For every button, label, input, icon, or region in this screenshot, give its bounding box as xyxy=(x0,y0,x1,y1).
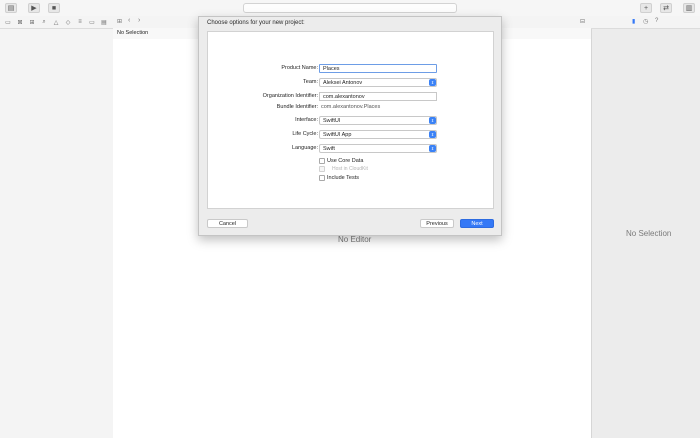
jump-bar-text: No Selection xyxy=(117,30,149,36)
chevron-updown-icon: ⇕ xyxy=(429,131,436,138)
language-popup[interactable]: Swift ⇕ xyxy=(319,144,437,153)
stop-icon[interactable]: ■ xyxy=(48,3,60,13)
no-selection-label: No Selection xyxy=(626,229,672,238)
language-value: Swift xyxy=(323,146,335,152)
language-label: Language: xyxy=(292,145,318,151)
core-data-label: Use Core Data xyxy=(327,158,364,164)
navigator-selector-bar: ▭ ⊠ ⊞ ⌕ △ ◇ ≡ ▭ ▤ xyxy=(0,16,113,29)
help-icon[interactable]: ? xyxy=(655,18,658,24)
team-label: Team: xyxy=(303,79,318,85)
life-cycle-value: SwiftUI App xyxy=(323,132,352,138)
cloudkit-label: Host in CloudKit xyxy=(332,166,368,172)
previous-button[interactable]: Previous xyxy=(420,219,454,228)
inspector-toggle-icon[interactable]: ▥ xyxy=(683,3,695,13)
run-icon[interactable]: ▶ xyxy=(28,3,40,13)
team-value: Aleksei Antonov xyxy=(323,80,363,86)
product-name-label: Product Name: xyxy=(281,65,318,71)
split-editor-icon[interactable]: ⊟ xyxy=(580,18,585,25)
no-editor-label: No Editor xyxy=(338,235,372,244)
file-inspector-icon[interactable]: ▮ xyxy=(632,18,635,25)
org-id-label: Organization Identifier: xyxy=(262,93,318,99)
debug-icon[interactable]: ≡ xyxy=(76,18,84,26)
bundle-id-value: com.alexantonov.Places xyxy=(321,104,381,110)
inspector-selector-bar: ▮ ◷ ? xyxy=(591,16,700,29)
navigator-pane xyxy=(0,29,114,438)
folder-icon[interactable]: ▭ xyxy=(4,18,12,26)
find-icon[interactable]: ⌕ xyxy=(40,18,48,26)
activity-view xyxy=(243,3,457,13)
grid-icon[interactable]: ⊞ xyxy=(117,18,122,25)
back-icon[interactable]: ‹ xyxy=(128,17,130,24)
interface-popup[interactable]: SwiftUI ⇕ xyxy=(319,116,437,125)
issue-icon[interactable]: △ xyxy=(52,18,60,26)
interface-value: SwiftUI xyxy=(323,118,341,124)
bundle-id-label: Bundle Identifier: xyxy=(276,104,318,110)
forward-icon[interactable]: › xyxy=(138,17,140,24)
life-cycle-label: Life Cycle: xyxy=(292,131,318,137)
org-id-field[interactable]: com.alexantonov xyxy=(319,92,437,101)
cancel-button[interactable]: Cancel xyxy=(207,219,248,228)
team-popup[interactable]: Aleksei Antonov ⇕ xyxy=(319,78,437,87)
new-project-sheet: Choose options for your new project: Pro… xyxy=(198,16,502,236)
life-cycle-popup[interactable]: SwiftUI App ⇕ xyxy=(319,130,437,139)
history-icon[interactable]: ◷ xyxy=(643,18,648,25)
code-review-icon[interactable]: ⇄ xyxy=(660,3,672,13)
product-name-field[interactable]: Places xyxy=(319,64,437,73)
inspector-pane: No Selection xyxy=(591,29,700,438)
symbol-icon[interactable]: ⊞ xyxy=(28,18,36,26)
cloudkit-checkbox xyxy=(319,166,325,172)
add-icon[interactable]: + xyxy=(640,3,652,13)
breakpoint-icon[interactable]: ▭ xyxy=(88,18,96,26)
source-control-icon[interactable]: ⊠ xyxy=(16,18,24,26)
sheet-title: Choose options for your new project: xyxy=(207,20,305,26)
include-tests-checkbox[interactable] xyxy=(319,175,325,181)
test-icon[interactable]: ◇ xyxy=(64,18,72,26)
interface-label: Interface: xyxy=(295,117,318,123)
chevron-updown-icon: ⇕ xyxy=(429,145,436,152)
core-data-checkbox[interactable] xyxy=(319,158,325,164)
sidebar-icon[interactable]: ▤ xyxy=(5,3,17,13)
include-tests-label: Include Tests xyxy=(327,175,360,181)
options-form: Product Name: Places Team: Aleksei Anton… xyxy=(207,31,494,209)
chevron-updown-icon: ⇕ xyxy=(429,79,436,86)
chevron-updown-icon: ⇕ xyxy=(429,117,436,124)
report-icon[interactable]: ▤ xyxy=(100,18,108,26)
next-button[interactable]: Next xyxy=(460,219,494,228)
